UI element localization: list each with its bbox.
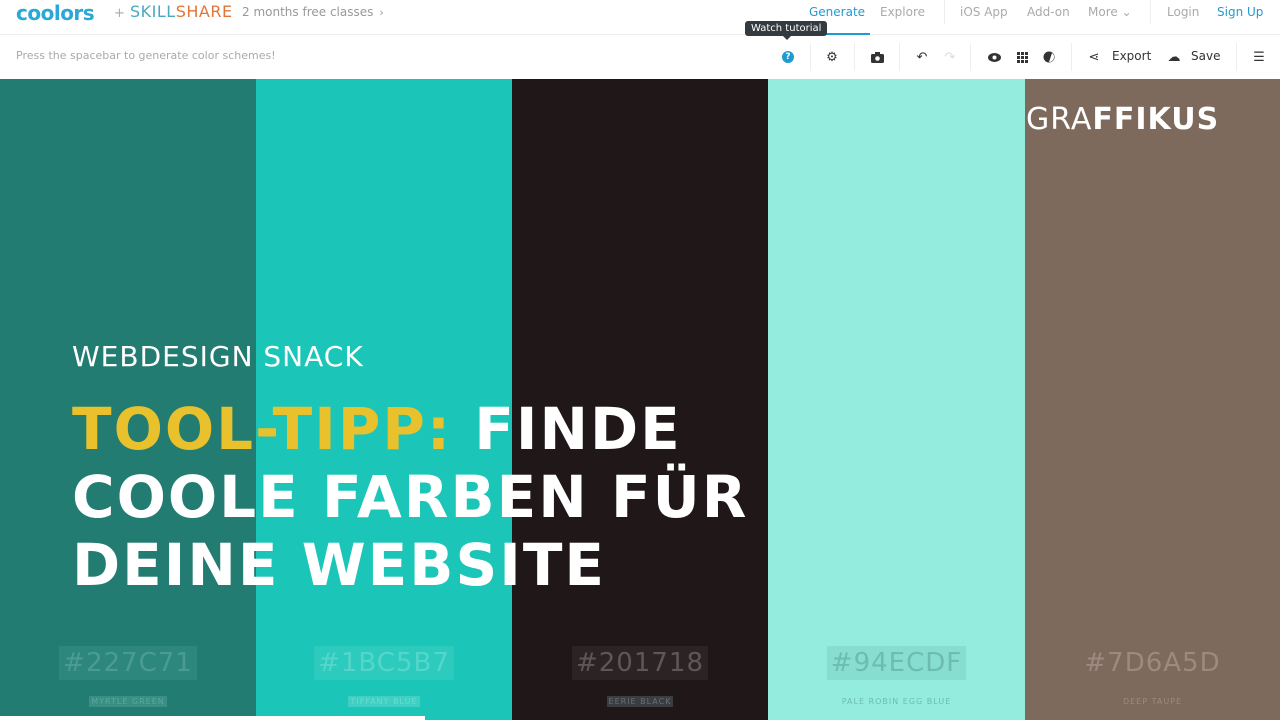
spacebar-hint: Press the spacebar to generate color sch…	[16, 49, 276, 62]
save-label[interactable]: Save	[1191, 49, 1220, 63]
watch-tutorial-tooltip: Watch tutorial	[745, 21, 828, 40]
help-icon: ?	[782, 51, 794, 63]
color-swatch[interactable]: #7D6A5D DEEP TAUPE	[1025, 79, 1280, 720]
contrast-icon	[1043, 51, 1055, 63]
color-name: TIFFANY BLUE	[256, 696, 512, 707]
nav-more[interactable]: More ⌄	[1088, 5, 1132, 19]
skillshare-logo-part2: SHARE	[175, 2, 233, 21]
nav-divider	[944, 0, 945, 24]
help-button[interactable]: ?	[779, 48, 797, 66]
share-icon: ⋖	[1088, 49, 1100, 65]
skillshare-logo-part1: SKILL	[130, 2, 176, 21]
gear-icon: ⚙	[826, 49, 838, 65]
toolbar-divider	[810, 43, 811, 71]
chevron-down-icon: ⌄	[1121, 5, 1132, 19]
color-name: MYRTLE GREEN	[0, 696, 256, 707]
camera-icon	[870, 51, 884, 63]
export-button[interactable]: ⋖	[1085, 48, 1103, 66]
color-name-text: TIFFANY BLUE	[348, 696, 420, 707]
hex-code-text: #94ECDF	[826, 646, 967, 680]
headline-line-3: DEINE WEBSITE	[72, 531, 607, 599]
settings-button[interactable]: ⚙	[823, 48, 841, 66]
hex-code-text: #201718	[571, 646, 709, 680]
menu-button[interactable]: ☰	[1250, 48, 1268, 66]
plus-sign: +	[114, 6, 125, 21]
toolbar-divider	[854, 43, 855, 71]
nav-explore[interactable]: Explore	[880, 5, 925, 19]
grid-button[interactable]	[1013, 48, 1031, 66]
toolbar-divider	[899, 43, 900, 71]
hex-code[interactable]: #7D6A5D	[1025, 648, 1280, 678]
nav-add-on[interactable]: Add-on	[1027, 5, 1070, 19]
headline: TOOL-TIPP: FINDE COOLE FARBEN FÜR DEINE …	[72, 395, 748, 599]
headline-line-1: TOOL-TIPP: FINDE	[72, 395, 748, 463]
graffikus-logo: GRAFFIKUS	[1026, 102, 1219, 137]
color-swatch[interactable]: #94ECDF PALE ROBIN EGG BLUE	[768, 79, 1025, 720]
hex-code[interactable]: #201718	[512, 646, 768, 680]
color-name-text: EERIE BLACK	[606, 696, 674, 707]
hex-code-text: #1BC5B7	[314, 646, 454, 680]
nav-sign-up[interactable]: Sign Up	[1217, 5, 1263, 19]
redo-button[interactable]: ↷	[941, 48, 959, 66]
nav-login[interactable]: Login	[1167, 5, 1199, 19]
series-subtitle: WEBDESIGN SNACK	[72, 340, 364, 373]
hex-code-text: #7D6A5D	[1084, 648, 1221, 678]
promo-link[interactable]: 2 months free classes ›	[242, 5, 384, 19]
color-name-text: DEEP TAUPE	[1122, 697, 1183, 706]
eye-icon	[987, 52, 1001, 62]
coolors-logo[interactable]: coolors	[16, 1, 95, 25]
color-name: PALE ROBIN EGG BLUE	[768, 697, 1025, 706]
cloud-upload-icon: ☁	[1167, 49, 1181, 65]
adjust-button[interactable]	[1040, 48, 1058, 66]
chevron-right-icon: ›	[379, 6, 384, 19]
export-label[interactable]: Export	[1112, 49, 1151, 63]
undo-icon: ↶	[916, 49, 928, 65]
toolbar-divider	[1236, 43, 1237, 71]
hamburger-menu-icon: ☰	[1253, 49, 1265, 65]
skillshare-logo[interactable]: SKILLSHARE	[130, 2, 233, 21]
video-title-overlay: WEBDESIGN SNACK TOOL-TIPP: FINDE COOLE F…	[72, 340, 748, 599]
headline-line-1-rest: FINDE	[452, 395, 682, 463]
nav-divider	[1150, 0, 1151, 24]
grid-icon	[1016, 51, 1028, 63]
save-button[interactable]: ☁	[1165, 48, 1183, 66]
color-name-text: MYRTLE GREEN	[89, 696, 167, 707]
color-name: DEEP TAUPE	[1025, 697, 1280, 706]
color-name: EERIE BLACK	[512, 696, 768, 707]
nav-more-label: More	[1088, 5, 1118, 19]
toolbar: Press the spacebar to generate color sch…	[0, 35, 1280, 79]
top-navigation-bar: coolors + SKILLSHARE 2 months free class…	[0, 0, 1280, 35]
undo-button[interactable]: ↶	[913, 48, 931, 66]
nav-generate[interactable]: Generate	[809, 5, 865, 19]
camera-button[interactable]	[868, 48, 886, 66]
headline-accent: TOOL-TIPP:	[72, 395, 453, 463]
video-progress-bar[interactable]	[0, 716, 425, 720]
hex-code[interactable]: #1BC5B7	[256, 646, 512, 680]
nav-ios-app[interactable]: iOS App	[960, 5, 1008, 19]
toolbar-divider	[970, 43, 971, 71]
headline-line-2: COOLE FARBEN FÜR	[72, 463, 749, 531]
color-name-text: PALE ROBIN EGG BLUE	[841, 697, 952, 706]
view-button[interactable]	[985, 48, 1003, 66]
hex-code[interactable]: #94ECDF	[768, 646, 1025, 680]
graffikus-logo-light: GRA	[1026, 102, 1093, 137]
toolbar-divider	[1071, 43, 1072, 71]
hex-code-text: #227C71	[59, 646, 197, 680]
hex-code[interactable]: #227C71	[0, 646, 256, 680]
promo-text: 2 months free classes	[242, 5, 374, 19]
redo-icon: ↷	[944, 49, 956, 65]
graffikus-logo-bold: FFIKUS	[1092, 102, 1220, 137]
